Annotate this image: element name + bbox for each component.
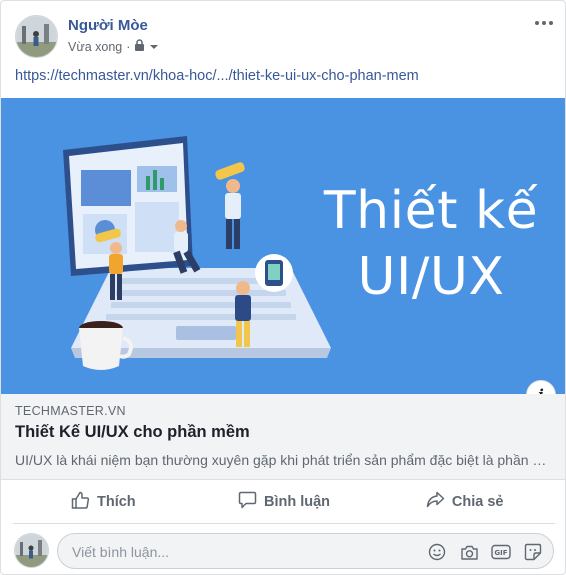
like-label: Thích [97, 493, 136, 510]
comment-label: Bình luận [263, 493, 331, 510]
comment-input[interactable]: Viết bình luận... GIF [57, 533, 554, 569]
post-header: Người Mòe Vừa xong · [1, 1, 565, 63]
gif-icon[interactable]: GIF [491, 542, 511, 562]
more-options-icon[interactable] [531, 13, 557, 33]
post-link[interactable]: https://techmaster.vn/khoa-hoc/.../thiet… [15, 68, 419, 84]
emoji-icon[interactable] [427, 542, 447, 562]
link-preview-text[interactable]: TECHMASTER.VN Thiết Kế UI/UX cho phần mề… [1, 394, 565, 480]
comment-composer: Viết bình luận... GIF [1, 524, 565, 574]
hero-title-line2: UI/UX [357, 247, 505, 307]
comment-bubble-icon [238, 491, 257, 513]
thumbs-up-icon [71, 491, 90, 513]
comment-button[interactable]: Bình luận [194, 480, 375, 523]
preview-domain: TECHMASTER.VN [15, 404, 126, 418]
post-actions: Thích Bình luận Chia sẻ [13, 480, 555, 524]
comment-placeholder: Viết bình luận... [72, 544, 170, 560]
lock-icon[interactable] [134, 39, 145, 54]
share-button[interactable]: Chia sẻ [374, 480, 555, 523]
post-time[interactable]: Vừa xong [68, 40, 122, 54]
like-button[interactable]: Thích [13, 480, 194, 523]
link-preview-image[interactable]: Thiết kế UI/UX [1, 98, 565, 394]
svg-text:GIF: GIF [494, 549, 507, 557]
preview-title[interactable]: Thiết Kế UI/UX cho phần mềm [15, 423, 250, 442]
sticker-icon[interactable] [523, 542, 543, 562]
author-avatar[interactable] [15, 15, 58, 58]
post-card: Người Mòe Vừa xong · https://techmaster.… [0, 0, 566, 575]
post-meta: Vừa xong · [68, 39, 159, 54]
preview-description: UI/UX là khái niệm bạn thường xuyên gặp … [15, 452, 555, 468]
privacy-dropdown-icon[interactable] [149, 40, 159, 54]
viewer-avatar[interactable] [14, 533, 49, 568]
hero-title-line1: Thiết kế [323, 181, 539, 241]
camera-icon[interactable] [459, 542, 479, 562]
share-arrow-icon [426, 491, 445, 512]
author-name[interactable]: Người Mòe [68, 17, 148, 34]
share-label: Chia sẻ [451, 493, 504, 510]
hero-title: Thiết kế UI/UX [311, 178, 551, 310]
meta-separator: · [126, 39, 131, 54]
comment-tools: GIF [427, 542, 543, 562]
